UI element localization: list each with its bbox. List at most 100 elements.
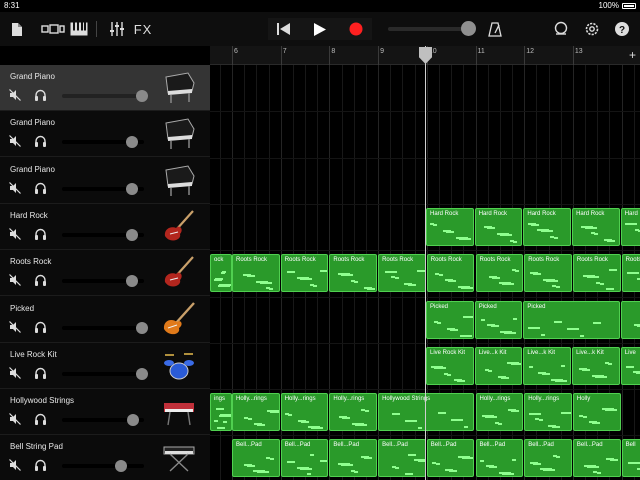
region[interactable]: Bell...Pad: [426, 439, 475, 478]
region[interactable]: Roots: [621, 254, 640, 293]
track-header[interactable]: Hard Rock: [0, 204, 210, 250]
track-header[interactable]: Grand Piano: [0, 111, 210, 158]
track-volume-knob[interactable]: [115, 460, 128, 473]
track-volume-slider[interactable]: [62, 371, 144, 376]
go-to-beginning-button[interactable]: [274, 18, 292, 40]
region[interactable]: Bell...Pad: [524, 439, 572, 478]
tracks-view-button[interactable]: [40, 18, 66, 40]
region[interactable]: Hard Rock: [572, 207, 620, 246]
region[interactable]: Live: [620, 346, 640, 385]
mute-icon[interactable]: [9, 459, 21, 472]
mute-icon[interactable]: [9, 181, 21, 194]
my-songs-button[interactable]: [8, 18, 26, 40]
mute-icon[interactable]: [9, 274, 21, 287]
track-volume-knob[interactable]: [125, 275, 138, 288]
region[interactable]: Live...k Kit: [572, 346, 620, 385]
region[interactable]: Roots Rock: [329, 254, 378, 293]
keyboard-button[interactable]: [68, 18, 90, 40]
track-header[interactable]: Roots Rock: [0, 250, 210, 297]
master-volume-slider[interactable]: [388, 27, 468, 31]
region[interactable]: ings: [210, 393, 232, 432]
region[interactable]: Holly...rings: [475, 393, 524, 432]
electric-guitar-icon: [162, 208, 196, 244]
track-header[interactable]: Bell String Pad: [0, 435, 210, 480]
loop-browser-button[interactable]: [551, 18, 571, 40]
region[interactable]: Hard Rock: [523, 207, 572, 246]
track-header[interactable]: Grand Piano: [0, 65, 210, 111]
region[interactable]: Bell...Pad: [329, 439, 378, 478]
track-volume-slider[interactable]: [62, 325, 144, 330]
headphones-icon[interactable]: [34, 413, 47, 426]
track-volume-knob[interactable]: [127, 414, 140, 427]
mute-icon[interactable]: [9, 227, 21, 240]
region[interactable]: Roots Rock: [280, 254, 329, 293]
track-volume-knob[interactable]: [136, 321, 149, 334]
metronome-icon: [488, 21, 502, 37]
region[interactable]: Holly...rings: [280, 393, 329, 432]
track-volume-knob[interactable]: [125, 182, 138, 195]
settings-button[interactable]: [582, 18, 602, 40]
headphones-icon[interactable]: [34, 228, 47, 240]
track-volume-slider[interactable]: [62, 464, 144, 469]
mute-icon[interactable]: [9, 135, 21, 148]
region[interactable]: Live Rock Kit: [426, 346, 474, 385]
headphones-icon[interactable]: [34, 274, 47, 287]
region[interactable]: Holly...rings: [329, 393, 378, 432]
region[interactable]: [620, 300, 640, 339]
mute-icon[interactable]: [9, 413, 21, 426]
region[interactable]: Roots Rock: [232, 254, 280, 293]
mute-icon[interactable]: [9, 320, 21, 333]
track-header[interactable]: Grand Piano: [0, 158, 210, 204]
region[interactable]: Picked: [474, 300, 523, 339]
region[interactable]: Live...k Kit: [523, 346, 572, 385]
region[interactable]: Roots Rock: [572, 254, 621, 293]
region[interactable]: Hard: [620, 207, 640, 246]
region[interactable]: Bell: [621, 439, 640, 478]
region[interactable]: Bell...Pad: [232, 439, 280, 478]
track-header[interactable]: Live Rock Kit: [0, 343, 210, 389]
region[interactable]: Roots Rock: [524, 254, 572, 293]
headphones-icon[interactable]: [34, 135, 47, 148]
play-button[interactable]: [310, 18, 330, 40]
track-volume-knob[interactable]: [125, 136, 138, 149]
region[interactable]: Holly: [572, 393, 621, 432]
record-button[interactable]: [346, 18, 366, 40]
region[interactable]: Roots Rock: [378, 254, 426, 293]
headphones-icon[interactable]: [34, 182, 47, 194]
region[interactable]: ock: [210, 254, 232, 293]
region[interactable]: Holly...rings: [524, 393, 572, 432]
midi-note: [553, 236, 558, 239]
region[interactable]: Live...k Kit: [474, 346, 523, 385]
fx-button[interactable]: FX: [132, 18, 154, 40]
help-button[interactable]: ?: [612, 18, 632, 40]
region[interactable]: Roots Rock: [426, 254, 475, 293]
region[interactable]: Bell...Pad: [475, 439, 524, 478]
region[interactable]: Hollywood Strings: [378, 393, 475, 432]
battery-icon: [622, 2, 636, 9]
track-volume-knob[interactable]: [136, 367, 149, 380]
region[interactable]: Bell...Pad: [280, 439, 329, 478]
mute-icon[interactable]: [9, 89, 21, 101]
region[interactable]: Bell...Pad: [378, 439, 426, 478]
track-volume-knob[interactable]: [125, 228, 138, 241]
mute-icon[interactable]: [9, 366, 21, 379]
region[interactable]: Hard Rock: [474, 207, 523, 246]
region[interactable]: Roots Rock: [475, 254, 524, 293]
region[interactable]: Picked: [426, 300, 474, 339]
headphones-icon[interactable]: [34, 459, 47, 472]
headphones-icon[interactable]: [34, 321, 47, 333]
add-section-button[interactable]: +: [629, 48, 636, 62]
track-header[interactable]: Hollywood Strings: [0, 389, 210, 436]
track-volume-knob[interactable]: [136, 90, 149, 102]
metronome-button[interactable]: [486, 18, 504, 40]
region[interactable]: Bell...Pad: [572, 439, 621, 478]
headphones-icon[interactable]: [34, 89, 47, 101]
region[interactable]: Holly...rings: [232, 393, 280, 432]
region[interactable]: Picked: [523, 300, 620, 339]
track-volume-slider[interactable]: [62, 94, 144, 98]
master-volume-knob[interactable]: [461, 21, 476, 36]
track-header[interactable]: Picked: [0, 297, 210, 343]
mixer-button[interactable]: [106, 18, 128, 40]
region[interactable]: Hard Rock: [426, 207, 474, 246]
headphones-icon[interactable]: [34, 367, 47, 379]
